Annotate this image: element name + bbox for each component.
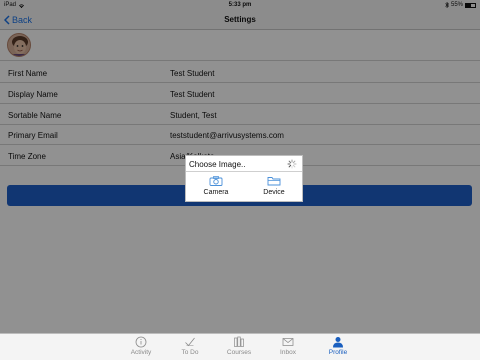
info-icon [135, 336, 147, 348]
tab-profile[interactable]: Profile [314, 336, 362, 360]
tab-to-do[interactable]: To Do [166, 336, 214, 360]
popup-header: Choose Image.. [186, 156, 302, 172]
choose-image-popup: Choose Image.. Camera Device [185, 155, 303, 202]
folder-icon [267, 177, 281, 186]
camera-icon [209, 176, 223, 186]
tab-label: Courses [226, 349, 252, 356]
popup-title: Choose Image.. [189, 160, 246, 169]
device-option[interactable]: Device [246, 174, 302, 202]
person-icon [333, 337, 343, 348]
camera-option[interactable]: Camera [188, 174, 244, 202]
tab-label: Activity [130, 349, 152, 356]
tab-bar: Activity To Do Courses Inbox Profile [0, 333, 480, 360]
books-icon [234, 336, 244, 347]
tab-label: To Do [181, 349, 199, 356]
tab-label: Inbox [280, 349, 296, 356]
checkmark-icon [185, 337, 195, 347]
loading-spinner-icon [287, 159, 297, 169]
device-label: Device [263, 189, 285, 196]
envelope-icon [282, 338, 294, 346]
tab-label: Profile [328, 349, 348, 356]
tab-activity[interactable]: Activity [117, 336, 165, 360]
tab-courses[interactable]: Courses [215, 336, 263, 360]
tab-inbox[interactable]: Inbox [264, 336, 312, 360]
camera-label: Camera [203, 189, 229, 196]
